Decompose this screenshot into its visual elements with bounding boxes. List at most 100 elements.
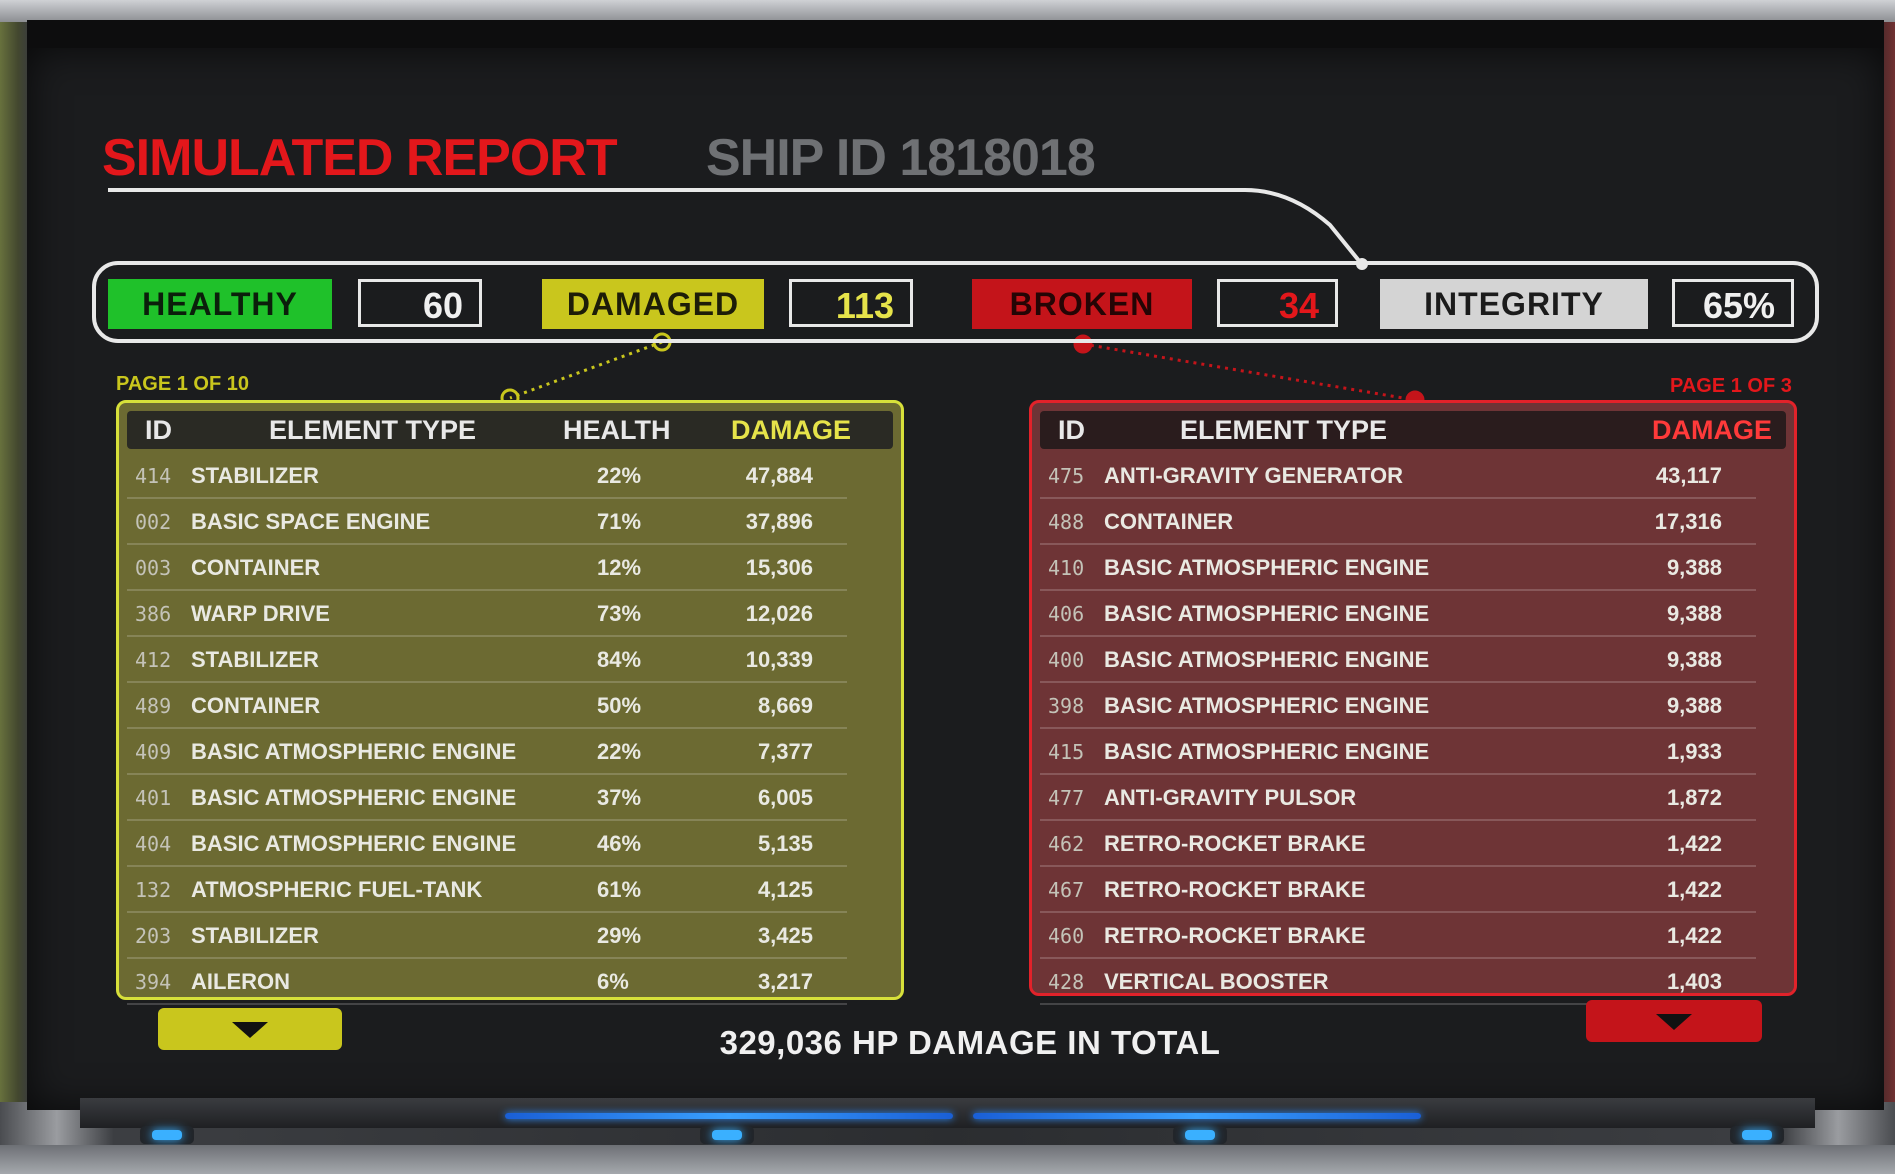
row-health: 22%: [597, 463, 642, 488]
row-id: 488: [1048, 510, 1085, 534]
row-damage: 1,872: [1666, 785, 1722, 810]
row-id: 132: [135, 878, 172, 902]
row-element-type: CONTAINER: [191, 555, 321, 580]
table-row[interactable]: 404 BASIC ATMOSPHERIC ENGINE 46% 5,135: [127, 821, 847, 867]
total-damage: 329,036 HP DAMAGE IN TOTAL: [719, 1024, 1221, 1061]
row-element-type: WARP DRIVE: [191, 601, 330, 626]
row-id: 412: [135, 648, 172, 672]
row-damage: 47,884: [745, 463, 813, 488]
row-id: 394: [135, 970, 172, 994]
row-damage: 1,422: [1666, 877, 1722, 902]
broken-next-page-button[interactable]: [1586, 1000, 1762, 1042]
healthy-badge[interactable]: HEALTHY: [108, 279, 332, 329]
row-element-type: RETRO-ROCKET BRAKE: [1104, 877, 1366, 902]
table-row[interactable]: 398 BASIC ATMOSPHERIC ENGINE 9,388: [1040, 683, 1756, 729]
table-row[interactable]: 002 BASIC SPACE ENGINE 71% 37,896: [127, 499, 847, 545]
table-row[interactable]: 409 BASIC ATMOSPHERIC ENGINE 22% 7,377: [127, 729, 847, 775]
row-damage: 9,388: [1666, 693, 1722, 718]
table-row[interactable]: 489 CONTAINER 50% 8,669: [127, 683, 847, 729]
table-row[interactable]: 406 BASIC ATMOSPHERIC ENGINE 9,388: [1040, 591, 1756, 637]
table-row[interactable]: 132 ATMOSPHERIC FUEL-TANK 61% 4,125: [127, 867, 847, 913]
row-health: 73%: [597, 601, 642, 626]
table-row[interactable]: 477 ANTI-GRAVITY PULSOR 1,872: [1040, 775, 1756, 821]
row-element-type: BASIC ATMOSPHERIC ENGINE: [1104, 693, 1430, 718]
row-element-type: BASIC ATMOSPHERIC ENGINE: [191, 831, 517, 856]
table-row[interactable]: 401 BASIC ATMOSPHERIC ENGINE 37% 6,005: [127, 775, 847, 821]
row-health: 22%: [597, 739, 642, 764]
row-damage: 37,896: [745, 509, 813, 534]
table-row[interactable]: 394 AILERON 6% 3,217: [127, 959, 847, 1005]
row-damage: 15,306: [745, 555, 813, 580]
row-health: 37%: [597, 785, 642, 810]
row-id: 414: [135, 464, 172, 488]
row-health: 61%: [597, 877, 642, 902]
row-id: 428: [1048, 970, 1085, 994]
table-row[interactable]: 488 CONTAINER 17,316: [1040, 499, 1756, 545]
row-damage: 12,026: [745, 601, 813, 626]
damaged-count: 113: [789, 279, 913, 327]
row-element-type: BASIC ATMOSPHERIC ENGINE: [191, 785, 517, 810]
row-element-type: BASIC ATMOSPHERIC ENGINE: [191, 739, 517, 764]
row-id: 415: [1048, 740, 1085, 764]
damaged-page-label: PAGE 1 OF 10: [116, 373, 250, 395]
indicator-light: [140, 1126, 194, 1144]
row-id: 489: [135, 694, 172, 718]
table-row[interactable]: 467 RETRO-ROCKET BRAKE 1,422: [1040, 867, 1756, 913]
row-id: 398: [1048, 694, 1085, 718]
row-damage: 3,425: [757, 923, 813, 948]
broken-elements-table: ID ELEMENT TYPE DAMAGE 475 ANTI-GRAVITY G…: [1029, 400, 1797, 1005]
row-id: 462: [1048, 832, 1085, 856]
row-damage: 5,135: [757, 831, 813, 856]
row-element-type: ATMOSPHERIC FUEL-TANK: [191, 877, 483, 902]
table-row[interactable]: 400 BASIC ATMOSPHERIC ENGINE 9,388: [1040, 637, 1756, 683]
table-row[interactable]: 475 ANTI-GRAVITY GENERATOR 43,117: [1040, 453, 1756, 499]
broken-badge[interactable]: BROKEN: [972, 279, 1192, 329]
indicator-light: [1730, 1126, 1784, 1144]
table-row[interactable]: 414 STABILIZER 22% 47,884: [127, 453, 847, 499]
row-damage: 9,388: [1666, 601, 1722, 626]
table-row[interactable]: 462 RETRO-ROCKET BRAKE 1,422: [1040, 821, 1756, 867]
row-health: 84%: [597, 647, 642, 672]
row-id: 003: [135, 556, 172, 580]
row-element-type: ANTI-GRAVITY PULSOR: [1104, 785, 1357, 810]
row-id: 406: [1048, 602, 1085, 626]
row-damage: 17,316: [1654, 509, 1722, 534]
row-id: 460: [1048, 924, 1085, 948]
table-row[interactable]: 428 VERTICAL BOOSTER 1,403: [1040, 959, 1756, 1005]
row-element-type: STABILIZER: [191, 647, 319, 672]
row-damage: 4,125: [757, 877, 813, 902]
table-row[interactable]: 412 STABILIZER 84% 10,339: [127, 637, 847, 683]
row-element-type: RETRO-ROCKET BRAKE: [1104, 831, 1366, 856]
column-element-type: ELEMENT TYPE: [269, 415, 477, 445]
row-damage: 6,005: [757, 785, 813, 810]
integrity-badge: INTEGRITY: [1380, 279, 1648, 329]
row-id: 410: [1048, 556, 1085, 580]
table-header: ID ELEMENT TYPE DAMAGE: [1040, 411, 1786, 449]
table-row[interactable]: 386 WARP DRIVE 73% 12,026: [127, 591, 847, 637]
table-header: ID ELEMENT TYPE HEALTH DAMAGE: [127, 411, 893, 449]
row-damage: 8,669: [757, 693, 813, 718]
row-health: 46%: [597, 831, 642, 856]
column-element-type: ELEMENT TYPE: [1180, 415, 1388, 445]
row-damage: 1,933: [1666, 739, 1722, 764]
table-row[interactable]: 410 BASIC ATMOSPHERIC ENGINE 9,388: [1040, 545, 1756, 591]
row-id: 400: [1048, 648, 1085, 672]
table-row[interactable]: 415 BASIC ATMOSPHERIC ENGINE 1,933: [1040, 729, 1756, 775]
broken-count: 34: [1217, 279, 1338, 327]
chevron-down-icon: [1656, 1014, 1692, 1030]
damaged-next-page-button[interactable]: [158, 1008, 342, 1050]
table-row[interactable]: 003 CONTAINER 12% 15,306: [127, 545, 847, 591]
table-row[interactable]: 203 STABILIZER 29% 3,425: [127, 913, 847, 959]
damaged-badge[interactable]: DAMAGED: [542, 279, 764, 329]
row-damage: 9,388: [1666, 647, 1722, 672]
row-id: 203: [135, 924, 172, 948]
row-element-type: CONTAINER: [1104, 509, 1234, 534]
screen-bezel: [80, 1098, 1815, 1128]
table-row[interactable]: 460 RETRO-ROCKET BRAKE 1,422: [1040, 913, 1756, 959]
row-element-type: VERTICAL BOOSTER: [1104, 969, 1329, 994]
row-health: 71%: [597, 509, 642, 534]
row-element-type: BASIC ATMOSPHERIC ENGINE: [1104, 739, 1430, 764]
row-id: 404: [135, 832, 172, 856]
row-element-type: ANTI-GRAVITY GENERATOR: [1104, 463, 1404, 488]
row-id: 401: [135, 786, 172, 810]
